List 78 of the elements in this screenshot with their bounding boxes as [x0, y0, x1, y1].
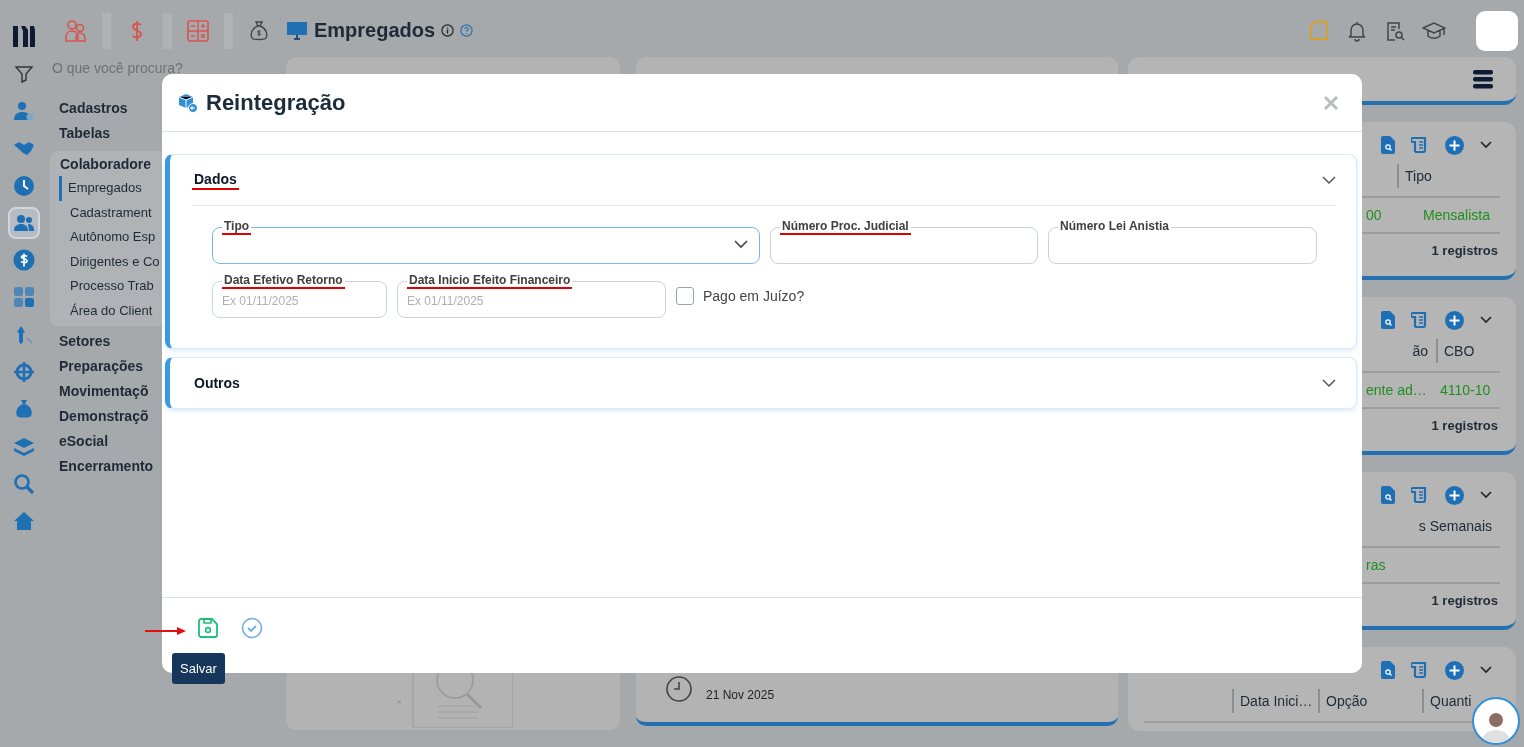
submenu-item[interactable]: Área do Client — [60, 298, 153, 323]
menu-item[interactable]: Encerramento — [59, 454, 154, 479]
record-count: 1 registros — [1431, 242, 1499, 260]
document-search-icon[interactable] — [1381, 486, 1395, 504]
column-header: ão — [1411, 342, 1429, 361]
close-icon[interactable] — [1323, 94, 1339, 111]
checkbox-label: Pago em Juízo? — [703, 288, 805, 304]
record-count: 1 registros — [1431, 592, 1499, 610]
table-cell-text: ente ad… — [1365, 382, 1428, 398]
dialog-title: Reintegração — [206, 89, 346, 116]
column-header: s Semanais — [1417, 517, 1493, 536]
monitor-icon — [286, 20, 308, 41]
chevron-down-icon[interactable] — [1480, 316, 1492, 324]
field-label: Tipo — [222, 220, 252, 235]
scroll-icon[interactable] — [1411, 311, 1429, 329]
menu-group-title[interactable]: Colaboradore — [60, 152, 151, 176]
page-title: Empregados — [314, 19, 436, 42]
section-title[interactable]: Outros — [192, 374, 242, 392]
document-search-icon[interactable] — [1381, 661, 1395, 679]
menu-item[interactable]: Movimentaçõ — [59, 379, 149, 404]
menu-item[interactable]: Demonstraçõ — [59, 404, 149, 429]
clock-icon — [664, 673, 694, 704]
menu-item[interactable]: eSocial — [59, 429, 109, 454]
select-field[interactable]: Tipo — [212, 220, 760, 264]
submenu-item[interactable]: Dirigentes e Co — [60, 249, 160, 274]
menu-icon[interactable] — [1472, 69, 1494, 89]
tooltip: Salvar — [172, 653, 225, 684]
table-cell-text: ras — [1365, 557, 1387, 573]
chevron-down-icon[interactable] — [1322, 378, 1336, 388]
scroll-icon[interactable] — [1411, 661, 1429, 679]
column-header: CBO — [1436, 339, 1500, 363]
document-search-icon[interactable] — [1381, 311, 1395, 329]
submenu-item[interactable]: Cadastrament — [60, 200, 152, 225]
chevron-down-icon[interactable] — [1480, 141, 1492, 149]
user-menu-button[interactable] — [1476, 10, 1518, 51]
menu-item[interactable]: Tabelas — [59, 121, 111, 146]
save-icon[interactable] — [197, 617, 219, 639]
input-field[interactable]: Ex 01/11/2025 — [212, 287, 387, 318]
record-count: 1 registros — [1431, 417, 1499, 435]
check-circle-icon[interactable] — [241, 617, 263, 639]
field-label: Data Inicio Efeito Financeiro — [407, 274, 573, 289]
scroll-icon[interactable] — [1411, 486, 1429, 504]
table-cell-text: 4110-10 — [1439, 382, 1492, 398]
column-header: Data Inici… — [1232, 689, 1318, 713]
field-label: Data Efetivo Retorno — [222, 274, 345, 289]
document-search-icon[interactable] — [1381, 136, 1395, 154]
add-icon[interactable] — [1445, 660, 1464, 680]
chevron-down-icon[interactable] — [1480, 666, 1492, 674]
box-return-icon — [178, 92, 198, 113]
scroll-icon[interactable] — [1411, 136, 1429, 154]
checkbox[interactable] — [676, 287, 694, 305]
column-header: Tipo — [1397, 164, 1500, 188]
field-label: Número Lei Anistia — [1058, 220, 1171, 233]
people-icon[interactable] — [8, 206, 40, 239]
timeline-date: 21 Nov 2025 — [706, 687, 775, 702]
chevron-down-icon[interactable] — [1322, 175, 1336, 185]
menu-item[interactable]: Setores — [59, 329, 111, 354]
chevron-down-icon[interactable] — [1480, 491, 1492, 499]
menu-item[interactable]: Preparações — [59, 354, 144, 379]
chevron-down-icon — [734, 240, 748, 249]
table-cell-text: Mensalista — [1422, 207, 1491, 223]
add-icon[interactable] — [1445, 135, 1464, 155]
submenu-item[interactable]: Processo Trab — [60, 274, 154, 299]
assistant-avatar-button[interactable] — [1472, 697, 1520, 745]
add-icon[interactable] — [1445, 310, 1464, 330]
table-cell-text: 00 — [1365, 207, 1383, 223]
info-icon[interactable] — [441, 24, 455, 37]
add-icon[interactable] — [1445, 485, 1464, 505]
help-icon[interactable] — [460, 24, 474, 37]
submenu-item[interactable]: Autônomo Esp — [60, 225, 156, 250]
submenu-item[interactable]: Empregados — [59, 176, 142, 201]
column-header: Opção — [1318, 689, 1422, 713]
logo-icon[interactable] — [11, 23, 37, 49]
field-label: Número Proc. Judicial — [780, 220, 911, 235]
menu-item[interactable]: Cadastros — [59, 96, 128, 121]
cap-icon[interactable] — [1420, 19, 1448, 42]
input-field[interactable]: Ex 01/11/2025 — [397, 287, 666, 318]
section-title[interactable]: Dados — [192, 170, 239, 190]
